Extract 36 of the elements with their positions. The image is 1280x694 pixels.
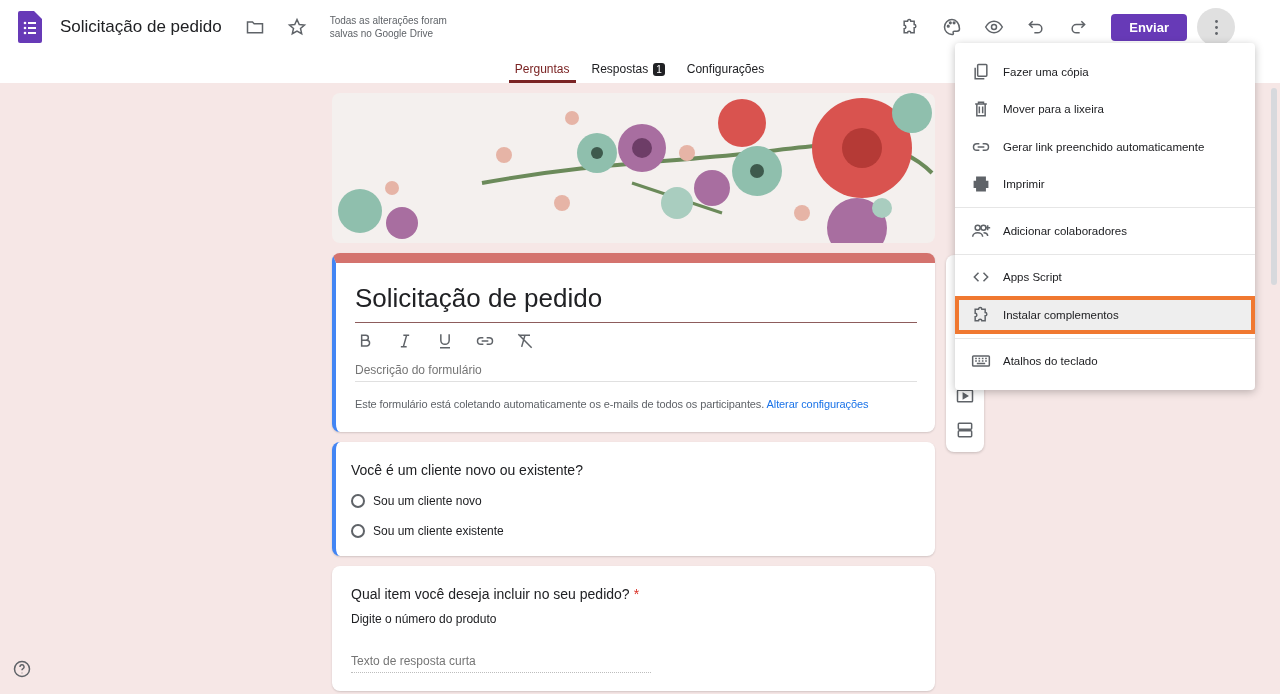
menu-item[interactable]: Mover para a lixeira bbox=[955, 90, 1255, 128]
tab[interactable]: Configurações bbox=[680, 54, 771, 83]
menu-item[interactable]: Instalar complementos bbox=[955, 296, 1255, 334]
menu-item[interactable]: Atalhos do teclado bbox=[955, 342, 1255, 380]
menu-item[interactable]: Apps Script bbox=[955, 258, 1255, 296]
copy-icon bbox=[971, 61, 991, 82]
more-icon bbox=[1214, 19, 1218, 35]
palette-icon bbox=[942, 17, 963, 37]
email-notice: Este formulário está coletando automaticamente os e-mails de todos os participantes. Alterar configurações bbox=[355, 398, 870, 410]
send-button[interactable]: Enviar bbox=[1111, 13, 1187, 41]
radio-button[interactable] bbox=[351, 524, 365, 538]
document-title[interactable]: Solicitação de pedido bbox=[60, 17, 222, 37]
radio-option[interactable]: Sou um cliente novo bbox=[351, 494, 482, 508]
menu-item[interactable]: Fazer uma cópia bbox=[955, 53, 1255, 91]
forms-logo-icon[interactable] bbox=[18, 11, 42, 43]
form-title-field[interactable]: Solicitação de pedido bbox=[355, 283, 917, 323]
required-mark: * bbox=[633, 586, 640, 602]
option-label: Sou um cliente novo bbox=[373, 494, 482, 508]
scrollbar-thumb[interactable] bbox=[1271, 88, 1277, 285]
question-title: Você é um cliente novo ou existente? bbox=[351, 462, 584, 478]
question-title: Qual item você deseja incluir no seu pedido? bbox=[351, 586, 630, 602]
section-icon bbox=[955, 420, 975, 440]
help-icon bbox=[12, 659, 32, 679]
menu-item[interactable]: Imprimir bbox=[955, 165, 1255, 203]
count-badge: 1 bbox=[653, 62, 665, 76]
save-status: Todas as alterações foram salvas no Google Drive bbox=[329, 14, 448, 40]
menu-item[interactable]: Adicionar colaboradores bbox=[955, 212, 1255, 250]
question-description: Digite o número do produto bbox=[351, 612, 498, 626]
radio-button[interactable] bbox=[351, 494, 365, 508]
change-settings-link[interactable]: Alterar configurações bbox=[766, 398, 869, 410]
star-icon bbox=[286, 17, 307, 37]
menu-item[interactable]: Gerar link preenchido automaticamente bbox=[955, 128, 1255, 166]
clear-formatting-icon bbox=[515, 331, 535, 351]
eye-icon bbox=[984, 17, 1005, 37]
tab[interactable]: Perguntas bbox=[508, 54, 576, 83]
tab[interactable]: Respostas 1 bbox=[585, 54, 671, 83]
